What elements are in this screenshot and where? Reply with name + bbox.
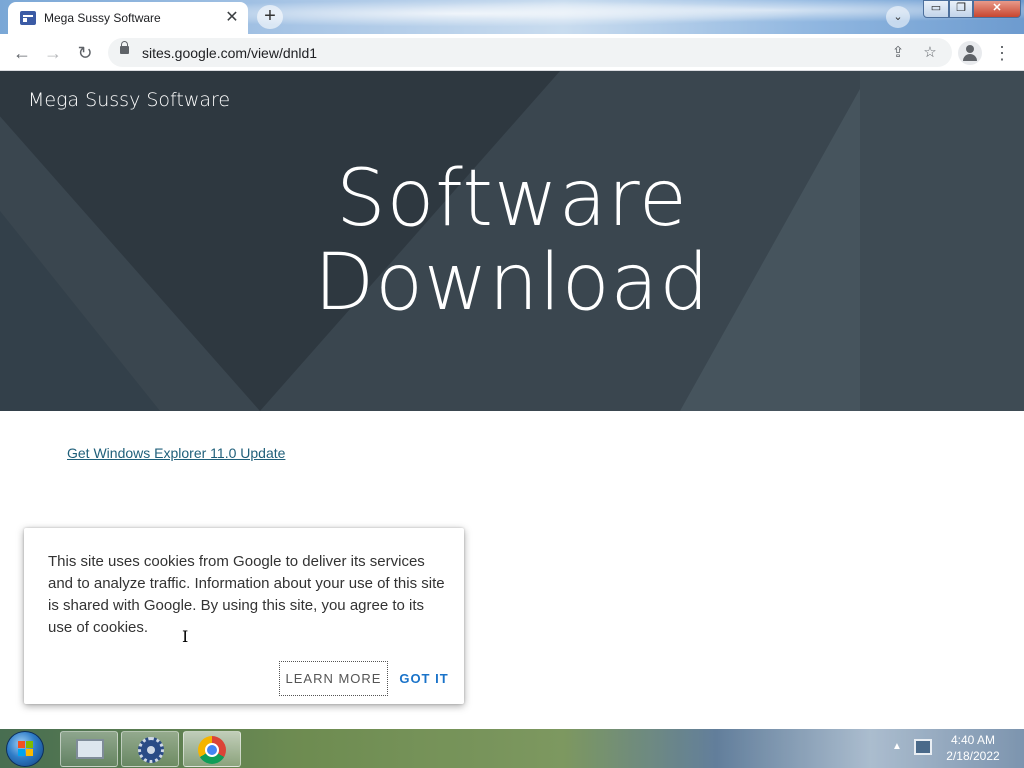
clock-date: 2/18/2022 <box>946 749 1000 763</box>
download-link[interactable]: Get Windows Explorer 11.0 Update <box>67 445 285 461</box>
browser-tab-strip: Mega Sussy Software ✕ + ⌄ ▭ ❐ ✕ <box>0 0 1024 34</box>
gear-icon <box>138 737 164 763</box>
browser-menu-icon[interactable]: ⋮ <box>992 42 1012 64</box>
share-icon[interactable]: ⇪ <box>888 43 908 63</box>
bookmark-star-icon[interactable]: ☆ <box>920 43 940 63</box>
taskbar-item-task-manager[interactable] <box>60 731 118 767</box>
forward-button[interactable]: → <box>40 40 66 66</box>
minimize-button[interactable]: ▭ <box>923 0 949 18</box>
reload-button[interactable]: ↻ <box>72 40 98 66</box>
got-it-button[interactable]: GOT IT <box>396 661 452 696</box>
page-title: Software Download <box>0 157 1024 325</box>
taskbar-clock[interactable]: 4:40 AM 2/18/2022 <box>940 732 1006 764</box>
lock-icon[interactable] <box>120 41 129 54</box>
page-title-line-1: Software <box>336 154 688 244</box>
cookie-notice-text: This site uses cookies from Google to de… <box>48 553 445 636</box>
back-button[interactable]: ← <box>9 40 35 66</box>
text-cursor-icon: I <box>182 627 189 646</box>
taskbar-item-chrome[interactable] <box>183 731 241 767</box>
page-viewport: Mega Sussy Software Software Download Ge… <box>0 71 1024 729</box>
url-text[interactable]: sites.google.com/view/dnld1 <box>142 45 317 61</box>
google-sites-favicon-icon <box>20 11 36 25</box>
browser-toolbar: ← → ↻ sites.google.com/view/dnld1 ⇪ ☆ ⋮ <box>0 34 1024 71</box>
profile-avatar-icon[interactable] <box>958 41 982 65</box>
taskbar-item-settings[interactable] <box>121 731 179 767</box>
learn-more-button[interactable]: LEARN MORE <box>279 661 388 696</box>
clock-time: 4:40 AM <box>950 733 996 747</box>
tab-title: Mega Sussy Software <box>44 11 161 25</box>
site-title[interactable]: Mega Sussy Software <box>28 89 230 111</box>
maximize-button[interactable]: ❐ <box>949 0 973 18</box>
cookie-consent-dialog: This site uses cookies from Google to de… <box>24 528 464 704</box>
hero-banner: Mega Sussy Software Software Download <box>0 71 1024 411</box>
show-hidden-icons-icon[interactable]: ▲ <box>892 741 902 752</box>
page-title-line-2: Download <box>314 238 710 328</box>
windows-taskbar: ▲ 4:40 AM 2/18/2022 <box>0 729 1024 768</box>
close-window-button[interactable]: ✕ <box>973 0 1021 18</box>
start-button[interactable] <box>6 731 44 767</box>
browser-tab[interactable]: Mega Sussy Software ✕ <box>8 2 248 34</box>
close-tab-icon[interactable]: ✕ <box>223 8 241 28</box>
chrome-icon <box>198 736 226 764</box>
tab-search-button[interactable]: ⌄ <box>886 6 910 28</box>
monitor-icon <box>76 739 104 759</box>
address-bar[interactable]: sites.google.com/view/dnld1 ⇪ ☆ <box>108 38 952 67</box>
new-tab-button[interactable]: + <box>257 5 283 29</box>
network-icon[interactable] <box>914 739 932 755</box>
